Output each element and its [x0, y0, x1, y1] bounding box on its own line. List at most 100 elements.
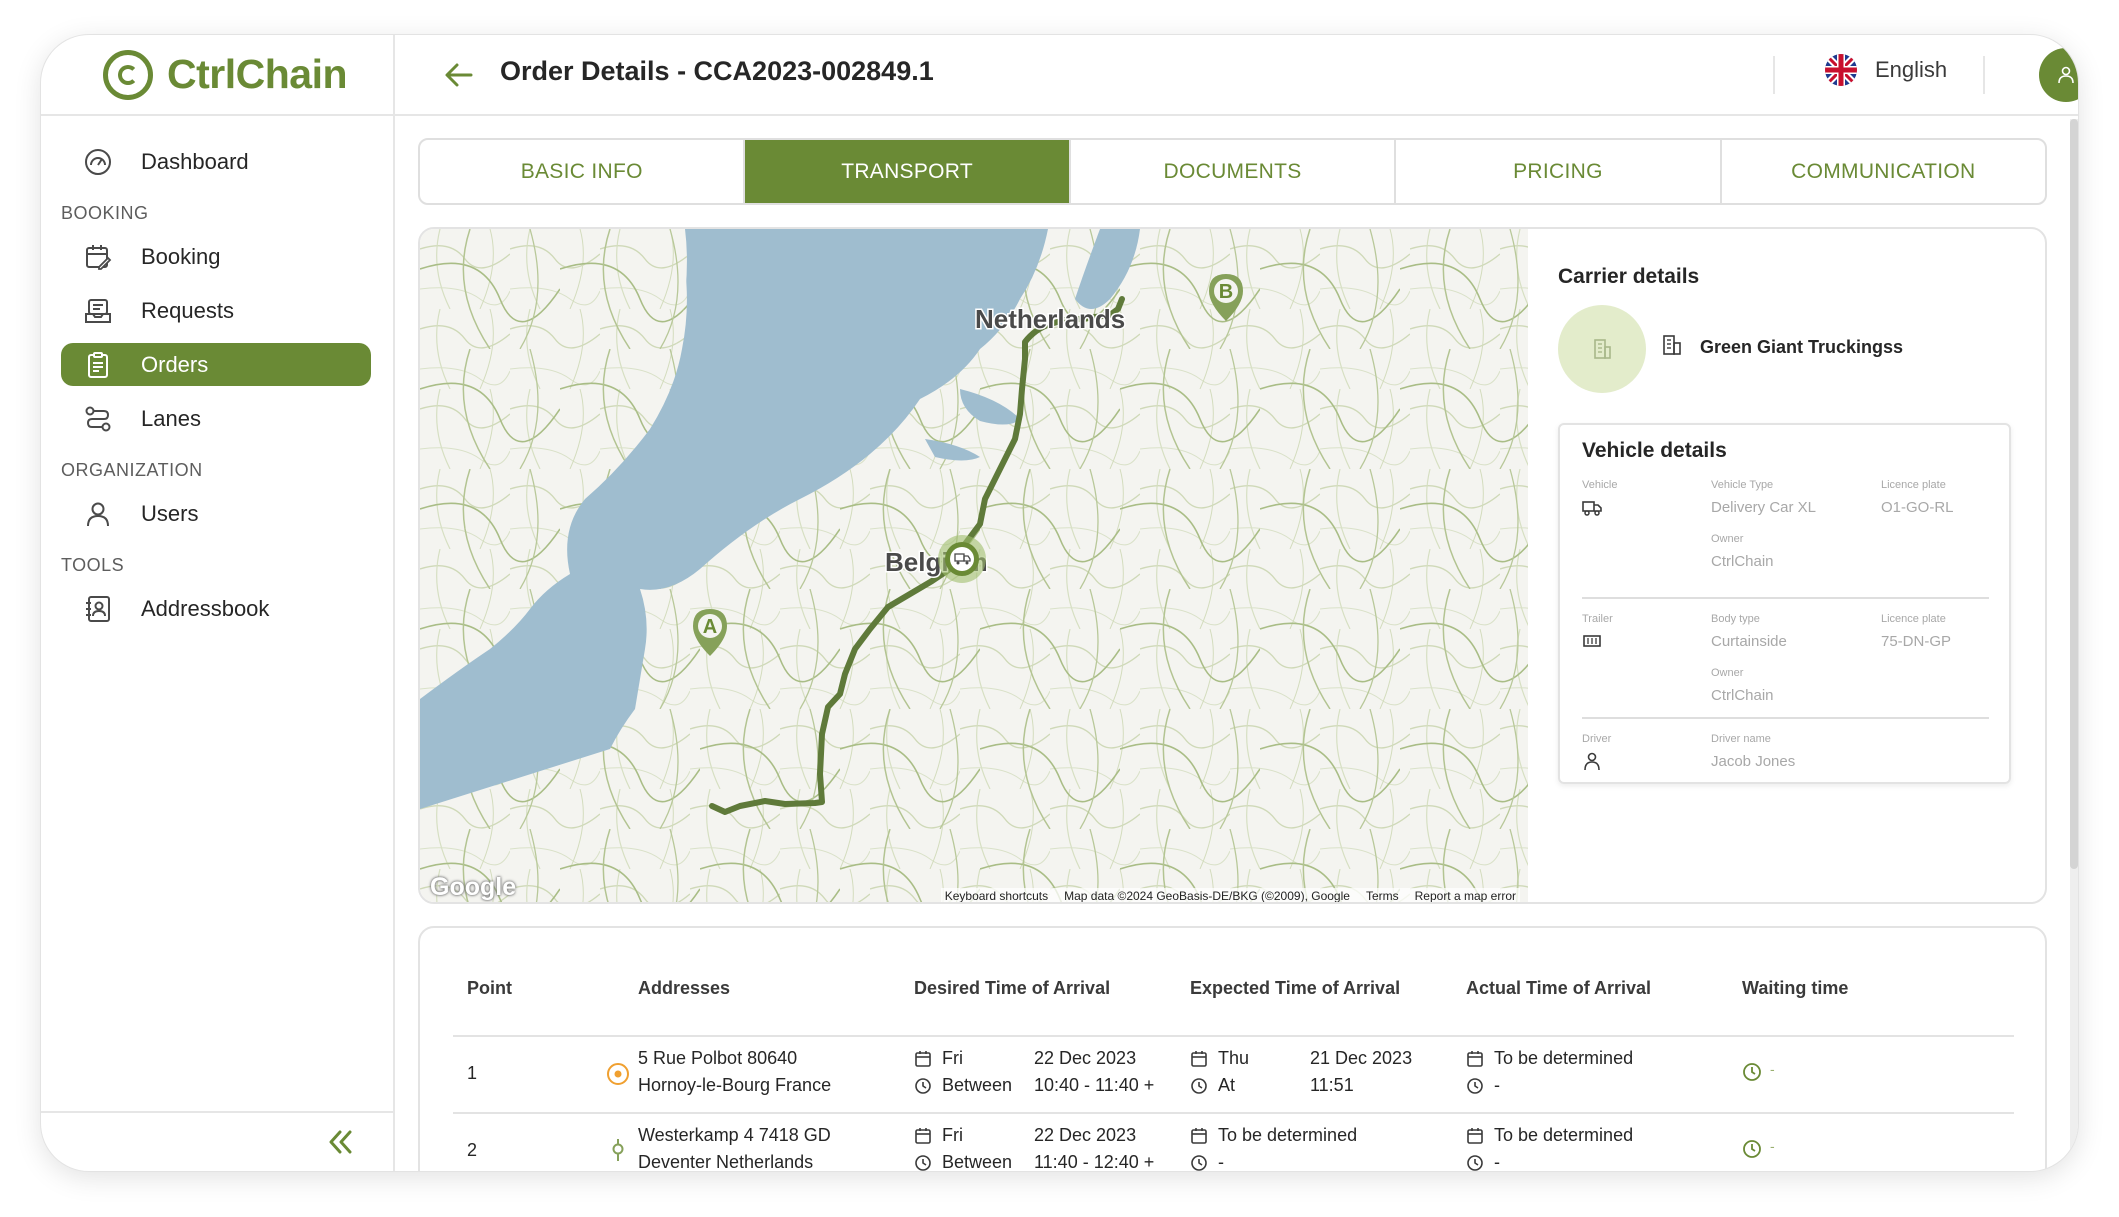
- calendar-icon: [1190, 1127, 1208, 1150]
- transport-card: Netherlands Belgium A B Google Keyboard …: [418, 227, 2047, 904]
- actual-arrival-time: -: [1494, 1152, 1500, 1171]
- vehicle-plate-value: O1-GO-RL: [1881, 499, 1954, 516]
- calendar-icon: [1466, 1050, 1484, 1073]
- trailer-label: Trailer: [1582, 613, 1613, 625]
- sidebar-item-users[interactable]: Users: [61, 492, 371, 535]
- waiting-clock-icon: [1742, 1062, 1762, 1087]
- tab-documents[interactable]: DOCUMENTS: [1071, 140, 1397, 203]
- vehicle-details-card: Vehicle details Vehicle Vehicle Type Del…: [1558, 423, 2011, 784]
- expected-mode: At: [1218, 1075, 1236, 1095]
- sidebar-item-dashboard[interactable]: Dashboard: [61, 140, 371, 183]
- calendar-icon: [1466, 1127, 1484, 1150]
- tab-pricing[interactable]: PRICING: [1396, 140, 1722, 203]
- calendar-icon: [914, 1050, 932, 1073]
- user-avatar-icon: [2058, 66, 2074, 84]
- vehicle-details-title: Vehicle details: [1582, 439, 1727, 462]
- sidebar-section-tools: TOOLS: [61, 555, 125, 575]
- column-header-addresses: Addresses: [638, 978, 731, 998]
- column-header-desired-arrival: Desired Time of Arrival: [914, 978, 1111, 998]
- expected-arrival: To be determined: [1218, 1125, 1358, 1145]
- trailer-plate-value: 75-DN-GP: [1881, 633, 1952, 650]
- divider: [453, 1035, 2014, 1037]
- column-header-waiting-time: Waiting time: [1742, 978, 1849, 998]
- address-line-1: 5 Rue Polbot 80640: [638, 1048, 798, 1068]
- page-scrollbar[interactable]: [2070, 119, 2078, 1169]
- driver-user-icon: [1582, 751, 1602, 776]
- trailer-owner-value: CtrlChain: [1711, 687, 1774, 704]
- sidebar-item-label: Users: [141, 500, 199, 526]
- map-terms-link[interactable]: Terms: [1366, 889, 1399, 902]
- truck-icon: [1582, 499, 1602, 522]
- sidebar-item-orders[interactable]: Orders: [61, 343, 371, 386]
- logo-text: CtrlChain: [167, 51, 348, 97]
- tab-transport[interactable]: TRANSPORT: [745, 140, 1071, 203]
- map-footer: Keyboard shortcuts Map data ©2024 GeoBas…: [940, 888, 1520, 902]
- vehicle-type-value: Delivery Car XL: [1711, 499, 1817, 516]
- trailer-icon: [1582, 633, 1602, 656]
- clock-icon: [914, 1077, 932, 1100]
- sidebar: CtrlChain Dashboard BOOKING Booking Requ…: [41, 35, 395, 1171]
- desired-time: 11:40 - 12:40 +: [1034, 1152, 1155, 1171]
- header-divider: [1983, 56, 1985, 94]
- trailer-type-label: Body type: [1711, 613, 1760, 625]
- point-number: 2: [467, 1140, 478, 1160]
- scrollbar-thumb[interactable]: [2070, 119, 2078, 869]
- google-logo: Google: [430, 873, 517, 901]
- sidebar-item-addressbook[interactable]: Addressbook: [61, 587, 371, 630]
- desired-mode: Between: [942, 1075, 1013, 1095]
- marker-a-label: A: [703, 616, 717, 638]
- top-header: Order Details - CCA2023-002849.1 English: [395, 35, 2078, 116]
- driver-name-value: Jacob Jones: [1711, 753, 1796, 770]
- sidebar-item-requests[interactable]: Requests: [61, 289, 371, 332]
- carrier-name: Green Giant Truckingss: [1700, 337, 1904, 357]
- expected-day: Thu: [1218, 1048, 1250, 1068]
- user-avatar[interactable]: [2039, 48, 2078, 102]
- tab-basic-info[interactable]: BASIC INFO: [420, 140, 746, 203]
- user-icon: [83, 499, 113, 529]
- driver-label: Driver: [1582, 733, 1612, 745]
- clock-icon: [1190, 1077, 1208, 1100]
- trailer-section: Trailer Body type Curtainside Licence pl…: [1582, 599, 1989, 719]
- carrier-details-title: Carrier details: [1558, 265, 1700, 288]
- logo[interactable]: CtrlChain: [41, 35, 395, 116]
- route-map[interactable]: Netherlands Belgium A B Google Keyboard …: [420, 229, 1528, 902]
- point-number: 1: [467, 1063, 478, 1083]
- sidebar-item-lanes[interactable]: Lanes: [61, 397, 371, 440]
- desired-time: 10:40 - 11:40 +: [1034, 1075, 1155, 1095]
- route-map-canvas: Netherlands Belgium A B: [420, 229, 1528, 902]
- desired-date: 22 Dec 2023: [1034, 1125, 1137, 1145]
- sidebar-section-organization: ORGANIZATION: [61, 460, 203, 480]
- uk-flag-icon: [1825, 54, 1857, 86]
- vehicle-label: Vehicle: [1582, 479, 1618, 491]
- waiting-time: -: [1770, 1061, 1775, 1077]
- route-icon: [83, 404, 113, 434]
- sidebar-item-label: Addressbook: [141, 595, 270, 621]
- sidebar-item-label: Dashboard: [141, 148, 249, 174]
- back-arrow-icon[interactable]: [443, 59, 475, 96]
- route-points-table: Point Addresses Desired Time of Arrival …: [418, 926, 2047, 1171]
- sidebar-nav: Dashboard BOOKING Booking Requests Order…: [61, 140, 371, 641]
- expected-time: 11:51: [1310, 1075, 1354, 1095]
- language-selector[interactable]: English: [1825, 54, 1947, 86]
- map-report-error-link[interactable]: Report a map error: [1415, 889, 1516, 902]
- clock-icon: [1466, 1154, 1484, 1171]
- tab-communication[interactable]: COMMUNICATION: [1722, 140, 2045, 203]
- sidebar-item-label: Lanes: [141, 405, 201, 431]
- driver-section: Driver Driver name Jacob Jones: [1582, 719, 1989, 779]
- vehicle-plate-label: Licence plate: [1881, 479, 1946, 491]
- trailer-owner-label: Owner: [1711, 667, 1744, 679]
- sidebar-section-booking: BOOKING: [61, 203, 149, 223]
- sidebar-item-booking[interactable]: Booking: [61, 235, 371, 278]
- map-keyboard-shortcuts-link[interactable]: Keyboard shortcuts: [945, 889, 1048, 902]
- language-label: English: [1875, 57, 1948, 82]
- vehicle-owner-value: CtrlChain: [1711, 553, 1774, 570]
- actual-arrival-time: -: [1494, 1075, 1500, 1095]
- carrier-logo: [1558, 305, 1646, 393]
- trailer-plate-label: Licence plate: [1881, 613, 1946, 625]
- actual-arrival: To be determined: [1494, 1048, 1634, 1068]
- dashboard-gauge-icon: [83, 147, 113, 177]
- destination-pin-icon: [609, 1137, 627, 1168]
- address-line-2: Deventer Netherlands: [638, 1152, 814, 1171]
- addressbook-icon: [83, 594, 113, 624]
- collapse-sidebar-icon[interactable]: [325, 1127, 355, 1162]
